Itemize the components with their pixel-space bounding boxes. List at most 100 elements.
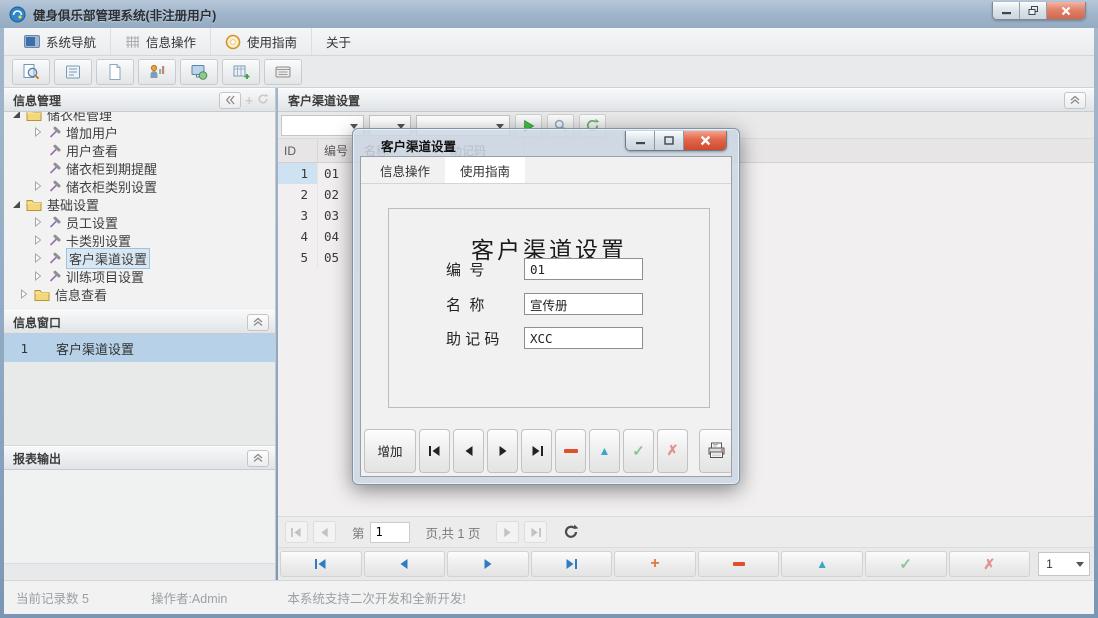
record-first-button[interactable] bbox=[280, 551, 362, 577]
tree-item-staff-settings[interactable]: 员工设置 bbox=[4, 213, 275, 231]
first-page-button[interactable] bbox=[285, 521, 308, 543]
collapsed-arrow-icon[interactable] bbox=[34, 253, 48, 263]
customer-channel-dialog: 客户渠道设置 信息操作 使用指南 客户渠道设置 编 号 名 称 bbox=[352, 128, 740, 485]
tree-item-user-view[interactable]: 用户查看 bbox=[4, 141, 275, 159]
tree-item-customer-channel[interactable]: 客户渠道设置 bbox=[4, 247, 275, 269]
dialog-title: 客户渠道设置 bbox=[381, 140, 457, 154]
record-cancel-button[interactable]: ✗ bbox=[948, 551, 1031, 577]
status-bar: 当前记录数 5 操作者:Admin 本系统支持二次开发和全新开发! bbox=[4, 580, 1094, 614]
collapsed-arrow-icon[interactable] bbox=[34, 271, 48, 281]
expanded-arrow-icon[interactable] bbox=[12, 200, 26, 209]
record-count-select[interactable]: 1 bbox=[1038, 552, 1091, 576]
title-bar: 健身俱乐部管理系统(非注册用户) bbox=[0, 0, 1098, 28]
folder-icon bbox=[34, 288, 50, 301]
collapse-info-window-button[interactable] bbox=[247, 313, 269, 331]
dialog-prev-button[interactable] bbox=[453, 428, 484, 473]
x-icon: ✗ bbox=[983, 555, 996, 572]
dialog-button-bar: 增加 ▲ ✓ ✗ bbox=[362, 426, 731, 475]
record-last-button[interactable] bbox=[530, 551, 613, 577]
dialog-maximize-button[interactable] bbox=[655, 131, 684, 150]
collapse-main-button[interactable] bbox=[1064, 91, 1086, 109]
prev-page-button[interactable] bbox=[313, 521, 336, 543]
collapse-report-button[interactable] bbox=[247, 449, 269, 467]
page-label-prefix: 第 bbox=[352, 526, 365, 541]
chevrons-up-icon bbox=[1070, 95, 1080, 104]
tree-item-add-user[interactable]: 增加用户 bbox=[4, 123, 275, 141]
main-title: 客户渠道设置 bbox=[288, 93, 361, 108]
collapse-sidebar-button[interactable] bbox=[219, 91, 242, 109]
info-window-row[interactable]: 1 客户渠道设置 bbox=[4, 334, 275, 362]
tab-user-guide[interactable]: 使用指南 bbox=[445, 157, 526, 183]
expanded-arrow-icon[interactable] bbox=[12, 112, 26, 119]
next-page-button[interactable] bbox=[496, 521, 520, 543]
collapsed-arrow-icon[interactable] bbox=[34, 235, 48, 245]
search-document-button[interactable] bbox=[12, 58, 50, 85]
add-button[interactable]: 增加 bbox=[364, 428, 416, 473]
reload-grid-button[interactable] bbox=[563, 524, 579, 540]
collapsed-arrow-icon[interactable] bbox=[34, 217, 48, 227]
column-header-id[interactable]: ID bbox=[278, 139, 318, 162]
dialog-delete-button[interactable] bbox=[555, 428, 586, 473]
collapsed-arrow-icon[interactable] bbox=[34, 181, 48, 191]
collapsed-arrow-icon[interactable] bbox=[20, 289, 34, 299]
name-input[interactable] bbox=[524, 293, 643, 315]
collapsed-arrow-icon[interactable] bbox=[34, 127, 48, 137]
menu-system-nav[interactable]: 系统导航 bbox=[10, 28, 112, 55]
code-input[interactable] bbox=[524, 258, 643, 280]
last-record-icon bbox=[532, 445, 543, 456]
grid-icon bbox=[126, 35, 140, 48]
tree-item-training-project[interactable]: 训练项目设置 bbox=[4, 267, 275, 285]
record-insert-button[interactable]: + bbox=[614, 551, 696, 577]
tree-item-basic-settings[interactable]: 基础设置 bbox=[4, 195, 275, 213]
nav-tree: 储衣柜管理 增加用户 用户查看 储衣柜到期提醒 储衣柜类别设置 基础设置 员工设… bbox=[4, 112, 275, 310]
table-add-icon bbox=[233, 65, 250, 79]
panel-icon bbox=[24, 35, 40, 48]
dialog-print-button[interactable] bbox=[699, 428, 731, 473]
printer-icon bbox=[708, 442, 724, 458]
form-list-button[interactable] bbox=[54, 58, 92, 85]
pagination-bar: 第 页,共 1 页 bbox=[278, 516, 1094, 547]
dialog-edit-button[interactable]: ▲ bbox=[589, 428, 620, 473]
person-report-icon bbox=[150, 64, 165, 78]
tree-item-info-view[interactable]: 信息查看 bbox=[4, 285, 275, 303]
tab-info-operation[interactable]: 信息操作 bbox=[365, 157, 445, 183]
record-post-button[interactable]: ✓ bbox=[864, 551, 947, 577]
record-edit-button[interactable]: ▲ bbox=[781, 551, 863, 577]
table-add-button[interactable] bbox=[222, 58, 260, 85]
dialog-last-button[interactable] bbox=[521, 428, 552, 473]
card-file-button[interactable] bbox=[264, 58, 302, 85]
dialog-minimize-button[interactable] bbox=[626, 131, 655, 150]
dialog-post-button[interactable]: ✓ bbox=[623, 428, 654, 473]
person-report-button[interactable] bbox=[138, 58, 176, 85]
dialog-next-button[interactable] bbox=[487, 428, 518, 473]
tree-item-locker-expiry[interactable]: 储衣柜到期提醒 bbox=[4, 159, 275, 177]
minimize-button[interactable] bbox=[993, 2, 1020, 19]
monitor-globe-icon bbox=[191, 64, 208, 80]
menu-bar: 系统导航 信息操作 使用指南 关于 bbox=[4, 28, 1094, 56]
tree-item-card-category[interactable]: 卡类别设置 bbox=[4, 231, 275, 249]
monitor-globe-button[interactable] bbox=[180, 58, 218, 85]
tree-item-locker-mgmt[interactable]: 储衣柜管理 bbox=[4, 112, 275, 123]
menu-about[interactable]: 关于 bbox=[312, 28, 365, 55]
page-number-input[interactable] bbox=[369, 521, 410, 543]
record-prev-button[interactable] bbox=[363, 551, 446, 577]
dialog-cancel-button[interactable]: ✗ bbox=[657, 428, 688, 473]
prev-record-icon bbox=[465, 445, 472, 456]
tree-item-locker-category[interactable]: 储衣柜类别设置 bbox=[4, 177, 275, 195]
chevrons-up-icon bbox=[253, 317, 263, 326]
mnemonic-input[interactable] bbox=[524, 327, 643, 349]
menu-info-ops[interactable]: 信息操作 bbox=[111, 28, 212, 55]
tool-icon bbox=[48, 162, 61, 175]
close-button[interactable] bbox=[1047, 2, 1085, 19]
record-delete-button[interactable] bbox=[697, 551, 780, 577]
sidebar-nav-header: 信息管理 + bbox=[4, 88, 275, 112]
edit-triangle-icon: ▲ bbox=[598, 443, 611, 458]
dialog-close-button[interactable] bbox=[684, 131, 726, 150]
last-page-button[interactable] bbox=[524, 521, 548, 543]
record-next-button[interactable] bbox=[447, 551, 529, 577]
record-count-status: 当前记录数 5 bbox=[16, 592, 89, 606]
restore-button[interactable] bbox=[1020, 2, 1047, 19]
new-document-button[interactable] bbox=[96, 58, 134, 85]
menu-user-guide[interactable]: 使用指南 bbox=[211, 28, 313, 55]
dialog-first-button[interactable] bbox=[419, 428, 450, 473]
